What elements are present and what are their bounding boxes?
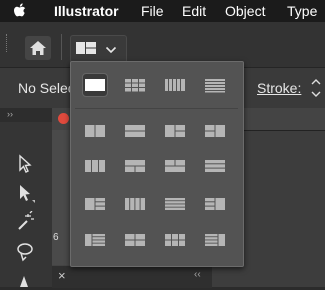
layout-2up-horizontal-icon	[125, 125, 145, 137]
layout-3up-columns-icon	[85, 160, 105, 172]
layout-tile-rows-icon	[205, 79, 225, 93]
layout-3up-rows-icon	[205, 160, 225, 172]
close-document-icon[interactable]	[58, 113, 69, 124]
ruler-mark: 6	[53, 232, 59, 243]
workspace-layout-button[interactable]	[70, 35, 127, 63]
layout-3up-right[interactable]	[203, 120, 227, 142]
tools-panel-header: ››	[0, 108, 52, 122]
layout-3up-top[interactable]	[123, 155, 147, 177]
layout-5up-right-icon	[205, 234, 225, 246]
layout-5up-left[interactable]	[83, 229, 107, 251]
layout-tile-grid-icon	[125, 79, 145, 92]
selection-status: No Selec	[18, 80, 75, 96]
layout-3up-left[interactable]	[163, 120, 187, 142]
layout-2up-vertical[interactable]	[83, 120, 107, 142]
popup-divider	[75, 108, 238, 109]
layout-4up-grid[interactable]	[123, 229, 147, 251]
object-menu[interactable]: Object	[225, 3, 265, 19]
layout-tile-grid[interactable]	[123, 74, 147, 96]
layout-2up-vertical-icon	[85, 125, 105, 137]
home-icon	[30, 41, 46, 55]
layout-3up-bottom-icon	[165, 160, 185, 172]
menu-bar: Illustrator File Edit Object Type	[0, 0, 325, 22]
layout-2up-horizontal[interactable]	[123, 120, 147, 142]
layout-single-icon	[85, 79, 105, 91]
selection-tool-icon[interactable]	[14, 182, 36, 204]
layout-5up-left-icon	[85, 234, 105, 246]
close-panel-button[interactable]: ×	[58, 268, 66, 283]
layout-4up-left[interactable]	[83, 193, 107, 215]
layout-4up-right[interactable]	[203, 193, 227, 215]
layout-3up-left-icon	[165, 125, 185, 137]
layout-tile-rows[interactable]	[203, 74, 227, 96]
layout-tile-columns-icon	[165, 79, 185, 91]
stroke-label[interactable]: Stroke:	[257, 80, 301, 96]
type-menu[interactable]: Type	[287, 3, 317, 19]
toolbar-divider	[61, 34, 62, 60]
collapse-panel-button[interactable]: ‹‹	[194, 269, 201, 280]
layout-4up-rows[interactable]	[163, 193, 187, 215]
layout-3up-bottom[interactable]	[163, 155, 187, 177]
layout-3up-top-icon	[125, 160, 145, 172]
layout-3up-columns[interactable]	[83, 155, 107, 177]
layout-6up-grid[interactable]	[163, 229, 187, 251]
magic-wand-icon[interactable]	[14, 211, 36, 233]
apple-icon[interactable]	[13, 3, 27, 18]
vertical-ruler	[52, 130, 71, 265]
collapse-tools-button[interactable]: ››	[7, 109, 13, 119]
layout-single[interactable]	[82, 73, 108, 97]
grip-handle[interactable]	[6, 34, 10, 52]
layout-4up-right-icon	[205, 198, 225, 210]
app-menu[interactable]: Illustrator	[54, 3, 119, 19]
layout-icon	[76, 42, 96, 54]
direct-selection-tool-icon[interactable]	[14, 153, 36, 175]
layout-4up-left-icon	[85, 198, 105, 210]
layout-4up-rows-icon	[165, 198, 185, 210]
file-menu[interactable]: File	[141, 3, 164, 19]
edit-menu[interactable]: Edit	[182, 3, 206, 19]
layout-4up-grid-icon	[125, 234, 145, 246]
layout-3up-right-icon	[205, 125, 225, 137]
home-button[interactable]	[25, 36, 51, 60]
lasso-icon[interactable]	[14, 240, 36, 262]
layout-4up-columns[interactable]	[123, 193, 147, 215]
layout-tile-columns[interactable]	[163, 74, 187, 96]
stroke-stepper[interactable]	[309, 75, 323, 101]
layout-3up-rows[interactable]	[203, 155, 227, 177]
chevron-down-icon	[105, 46, 117, 54]
layout-5up-right[interactable]	[203, 229, 227, 251]
layout-6up-grid-icon	[165, 234, 185, 246]
layout-4up-columns-icon	[125, 198, 145, 210]
bottom-panel: × ‹‹	[52, 265, 212, 288]
